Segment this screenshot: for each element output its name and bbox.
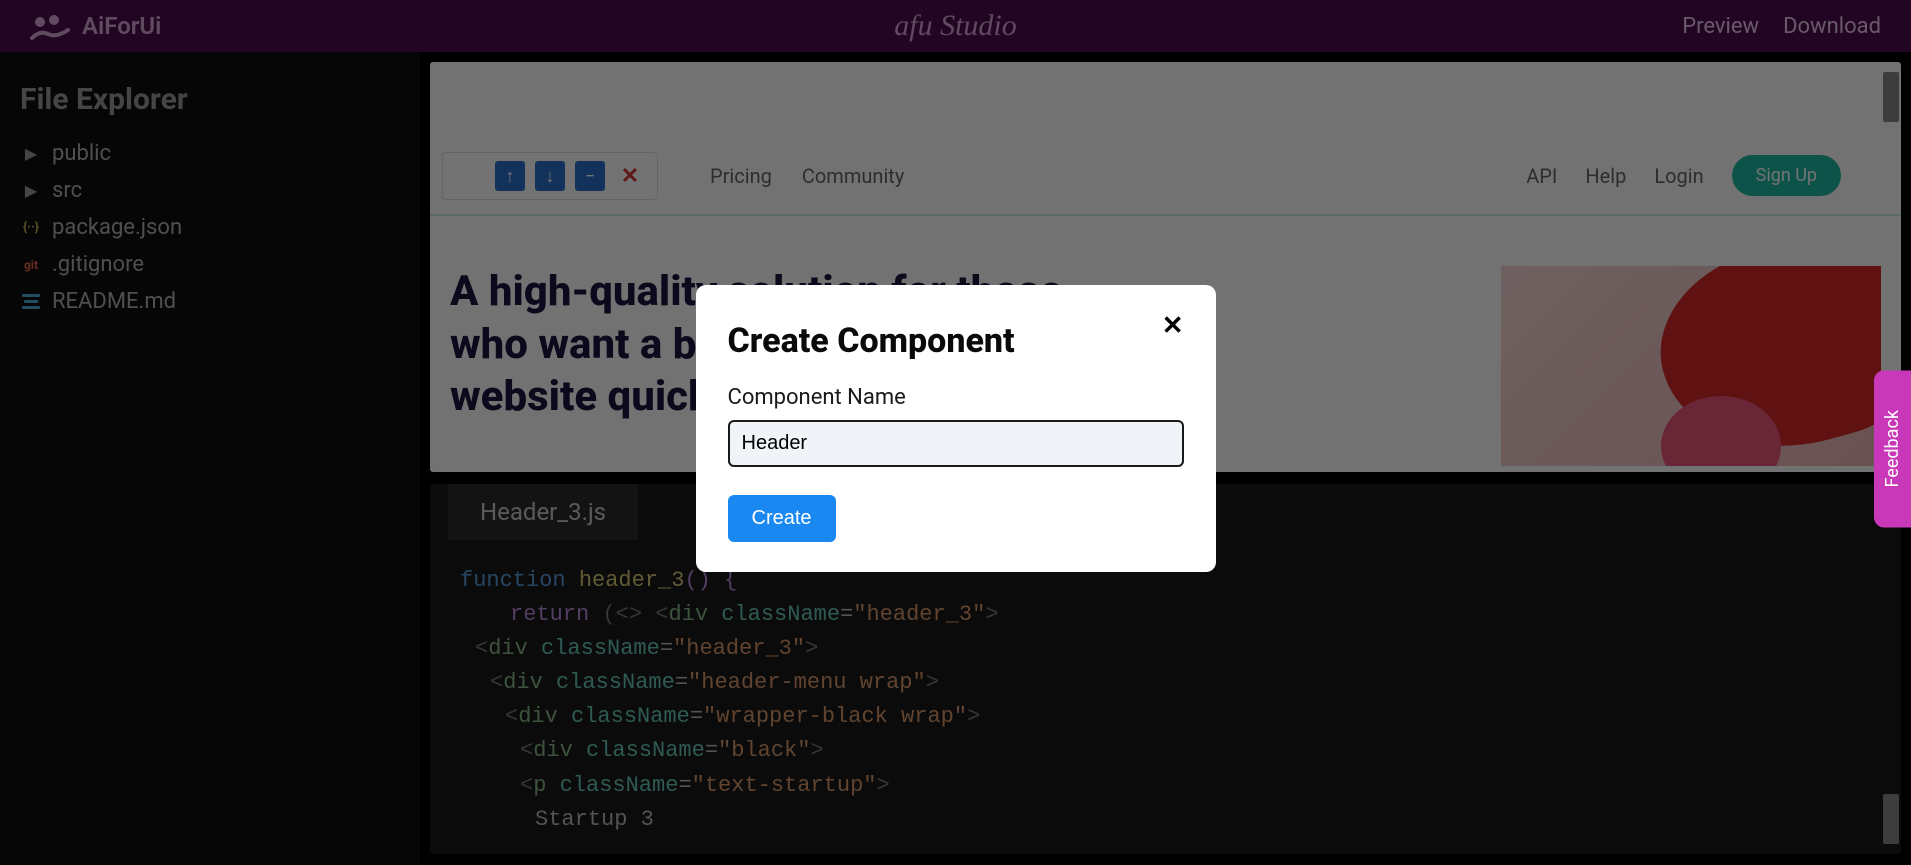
component-name-input[interactable] [728, 420, 1184, 467]
modal-title: Create Component [728, 321, 1015, 361]
close-icon[interactable]: ✕ [1162, 311, 1184, 341]
create-component-modal: Create Component ✕ Component Name Create [696, 285, 1216, 572]
feedback-tab[interactable]: Feedback [1874, 370, 1911, 527]
modal-header: Create Component ✕ [728, 321, 1184, 361]
component-name-label: Component Name [728, 385, 1184, 410]
create-button[interactable]: Create [728, 495, 836, 542]
